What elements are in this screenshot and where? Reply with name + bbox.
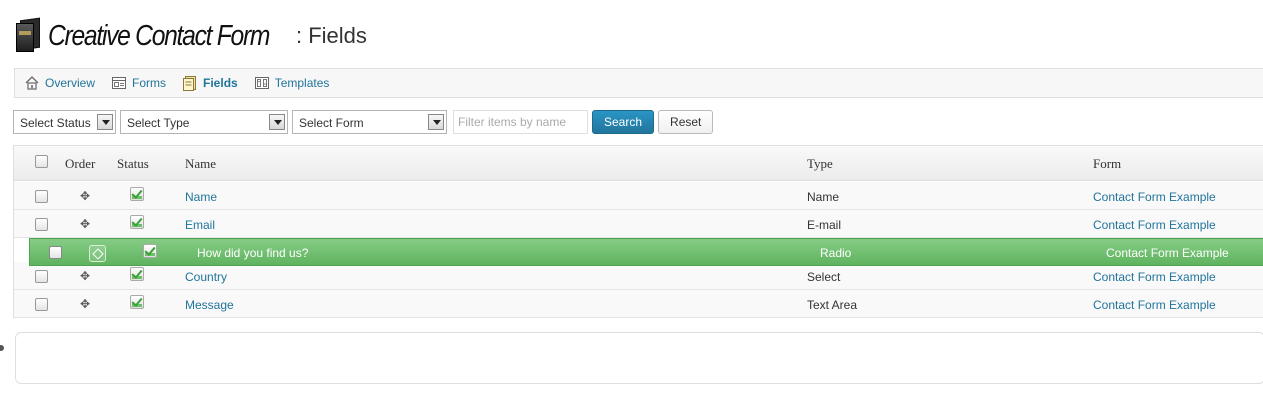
type-select-value: Select Type — [127, 116, 190, 130]
field-name-link[interactable]: How did you find us? — [197, 246, 308, 260]
table-row: ✥ Country Select Contact Form Example — [14, 262, 1263, 290]
templates-icon — [254, 77, 269, 89]
nav-label-templates: Templates — [274, 76, 330, 90]
nav-label-fields: Fields — [203, 76, 238, 90]
dropdown-arrow-icon[interactable] — [269, 114, 285, 130]
row-checkbox[interactable] — [35, 190, 48, 203]
column-header-form[interactable]: Form — [1093, 156, 1121, 172]
reset-button[interactable]: Reset — [658, 110, 714, 134]
field-type: Select — [807, 270, 841, 284]
column-header-name[interactable]: Name — [185, 156, 216, 172]
published-status-icon[interactable] — [130, 187, 144, 201]
field-form-link[interactable]: Contact Form Example — [1093, 270, 1216, 284]
move-handle-icon[interactable]: ✥ — [80, 189, 90, 203]
form-select-value: Select Form — [299, 116, 364, 130]
column-header-type[interactable]: Type — [807, 156, 833, 172]
status-select-value: Select Status — [20, 116, 91, 130]
move-handle-icon[interactable]: ✥ — [80, 269, 90, 283]
select-all-checkbox[interactable] — [35, 155, 48, 168]
form-select[interactable]: Select Form — [292, 110, 447, 134]
drag-handle-icon[interactable] — [89, 245, 106, 262]
published-status-icon[interactable] — [130, 215, 144, 229]
page-header: Creative Contact Form : Fields — [16, 16, 367, 56]
published-status-icon[interactable] — [143, 244, 157, 258]
row-checkbox[interactable] — [35, 218, 48, 231]
bullet-icon — [0, 345, 4, 351]
move-handle-icon[interactable]: ✥ — [80, 297, 90, 311]
fields-table: Order Status Name Type Form ✥ Name Name … — [13, 145, 1263, 318]
status-select[interactable]: Select Status — [13, 110, 116, 134]
published-status-icon[interactable] — [130, 295, 144, 309]
dragging-row[interactable]: How did you find us? Radio Contact Form … — [29, 238, 1263, 266]
field-name-link[interactable]: Name — [185, 190, 217, 204]
row-checkbox[interactable] — [35, 298, 48, 311]
table-row: ✥ Email E-mail Contact Form Example — [14, 210, 1263, 238]
filter-bar: Select Status Select Type Select Form Fi… — [13, 110, 714, 134]
field-type: Name — [807, 190, 840, 204]
field-form-link[interactable]: Contact Form Example — [1106, 246, 1229, 260]
field-form-link[interactable]: Contact Form Example — [1093, 218, 1216, 232]
app-title: Creative Contact Form — [48, 19, 270, 52]
row-checkbox[interactable] — [35, 270, 48, 283]
nav-label-forms: Forms — [132, 76, 167, 90]
type-select[interactable]: Select Type — [120, 110, 288, 134]
field-form-link[interactable]: Contact Form Example — [1093, 298, 1216, 312]
table-row: ✥ Name Name Contact Form Example — [14, 182, 1263, 210]
field-name-link[interactable]: Country — [185, 270, 227, 284]
nav-item-fields[interactable]: Fields — [182, 75, 238, 91]
nav-label-overview: Overview — [45, 76, 96, 90]
nav-item-forms[interactable]: Forms — [111, 75, 166, 91]
forms-icon — [112, 77, 127, 89]
published-status-icon[interactable] — [130, 267, 144, 281]
column-header-order[interactable]: Order — [65, 156, 95, 172]
move-handle-icon[interactable]: ✥ — [80, 217, 90, 231]
search-input[interactable]: Filter items by name — [453, 110, 588, 134]
field-type: Radio — [820, 246, 852, 260]
nav-bar: Overview Forms Fields Templates — [14, 68, 1263, 98]
dropdown-arrow-icon[interactable] — [97, 114, 113, 130]
nav-item-overview[interactable]: Overview — [24, 75, 95, 91]
field-form-link[interactable]: Contact Form Example — [1093, 190, 1216, 204]
home-icon — [25, 76, 39, 90]
logo-icon — [16, 17, 40, 53]
row-checkbox[interactable] — [49, 246, 62, 259]
field-name-link[interactable]: Message — [185, 298, 234, 312]
dropdown-arrow-icon[interactable] — [428, 114, 444, 130]
fields-icon — [183, 76, 197, 91]
bottom-panel — [15, 332, 1263, 384]
field-type: E-mail — [807, 218, 842, 232]
column-header-status[interactable]: Status — [117, 156, 149, 172]
field-type: Text Area — [807, 298, 858, 312]
page-subtitle: : Fields — [296, 23, 367, 48]
search-button[interactable]: Search — [592, 110, 655, 134]
table-header: Order Status Name Type Form — [14, 146, 1263, 181]
table-row: ✥ Message Text Area Contact Form Example — [14, 290, 1263, 318]
field-name-link[interactable]: Email — [185, 218, 215, 232]
nav-item-templates[interactable]: Templates — [254, 75, 330, 91]
